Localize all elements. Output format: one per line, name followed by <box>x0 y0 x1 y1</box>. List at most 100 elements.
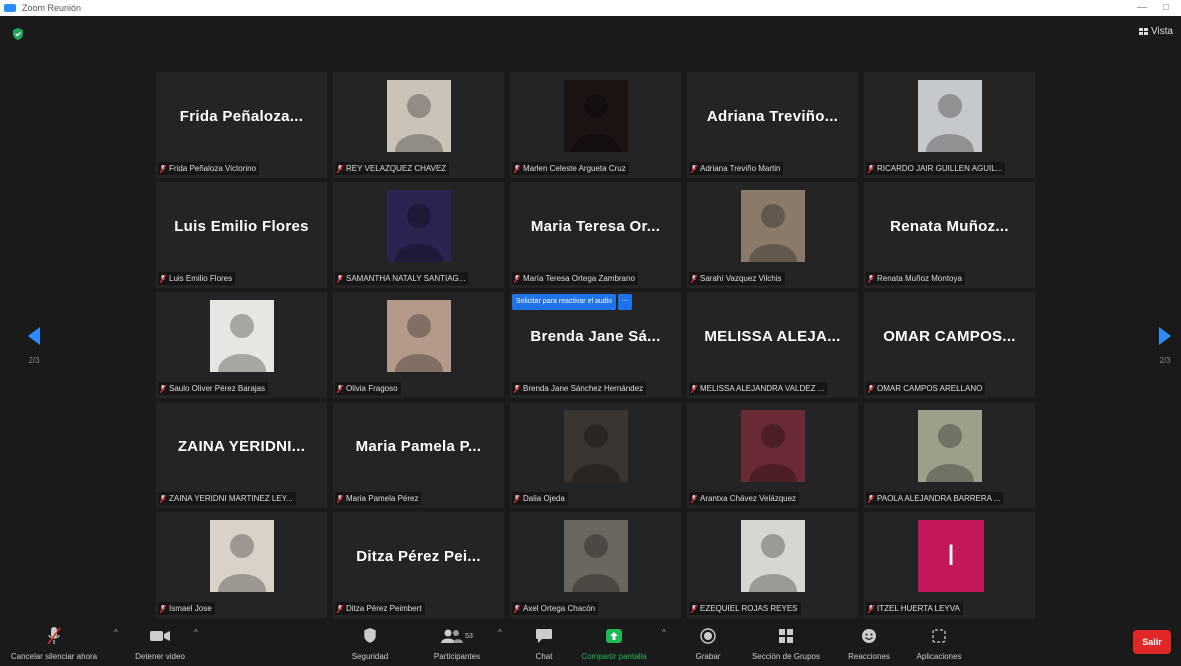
encryption-shield-icon[interactable] <box>12 28 24 40</box>
participant-video <box>741 190 805 262</box>
participant-tile[interactable]: Saulo Oliver Pérez Barajas <box>156 292 327 398</box>
participant-name: Ditza Pérez Peimbert <box>346 604 422 613</box>
apps-label: Aplicaciones <box>916 652 962 661</box>
participant-tile[interactable]: EZEQUIEL ROJAS REYES <box>687 512 858 618</box>
participant-display-name: Maria Teresa Or... <box>530 218 661 235</box>
participant-video <box>387 80 451 152</box>
security-button[interactable]: Seguridad <box>340 624 400 661</box>
person-silhouette-icon <box>572 94 620 152</box>
participant-tile[interactable]: Arantxa Chávez Velázquez <box>687 402 858 508</box>
apps-button[interactable]: Aplicaciones <box>906 624 972 661</box>
participant-tile[interactable]: Renata Muñoz... Renata Muñoz Montoya <box>864 182 1035 288</box>
participant-tile[interactable]: I ITZEL HUERTA LEYVA <box>864 512 1035 618</box>
participant-tile[interactable]: Maria Pamela P... Maria Pamela Pérez <box>333 402 504 508</box>
participant-tile[interactable]: Luis Emilio Flores Luis Emilio Flores <box>156 182 327 288</box>
person-silhouette-icon <box>926 94 974 152</box>
video-options-chevron-icon[interactable]: ^ <box>194 628 198 637</box>
grid-view-icon <box>1138 28 1148 35</box>
participant-name: Maria Pamela Pérez <box>346 494 419 503</box>
unmute-button[interactable]: Cancelar silenciar ahora <box>8 624 100 661</box>
record-button[interactable]: Grabar <box>686 624 730 661</box>
participant-tile[interactable]: Adriana Treviño... Adriana Treviño Martin <box>687 72 858 178</box>
participant-tile[interactable]: SAMANTHA NATALY SANTIAG... <box>333 182 504 288</box>
participant-name-label: Dalia Ojeda <box>512 492 568 505</box>
chat-button[interactable]: Chat <box>522 624 566 661</box>
participant-name: OMAR CAMPOS ARELLANO <box>877 384 983 393</box>
participant-name-label: Arantxa Chávez Velázquez <box>689 492 800 505</box>
person-silhouette-icon <box>749 534 797 592</box>
participant-tile[interactable]: Frida Peñaloza... Frida Peñaloza Victorin… <box>156 72 327 178</box>
participant-display-name: Renata Muñoz... <box>890 218 1009 235</box>
participant-tile[interactable]: Maria Teresa Or... María Teresa Ortega Za… <box>510 182 681 288</box>
participant-tile[interactable]: Ismael Jose <box>156 512 327 618</box>
participant-tile[interactable]: MELISSA ALEJA... MELISSA ALEJANDRA VALDEZ… <box>687 292 858 398</box>
participant-tile[interactable]: ZAINA YERIDNI... ZAINA YERIDNI MARTINEZ L… <box>156 402 327 508</box>
reactions-button[interactable]: Reacciones <box>842 624 896 661</box>
muted-mic-icon <box>691 164 697 173</box>
breakout-rooms-button[interactable]: Sección de Grupos <box>744 624 828 661</box>
participant-tile[interactable]: OMAR CAMPOS... OMAR CAMPOS ARELLANO <box>864 292 1035 398</box>
muted-mic-icon <box>868 384 874 393</box>
participants-button[interactable]: 53 Participantes <box>420 624 494 661</box>
participant-tile[interactable]: Dalia Ojeda <box>510 402 681 508</box>
participant-name-label: EZEQUIEL ROJAS REYES <box>689 602 801 615</box>
record-label: Grabar <box>695 652 721 661</box>
participant-name: Marlen Celeste Argueta Cruz <box>523 164 626 173</box>
next-page-button[interactable]: 2/3 <box>1155 327 1175 365</box>
participant-tile[interactable]: Marlen Celeste Argueta Cruz <box>510 72 681 178</box>
participant-display-name: Maria Pamela P... <box>355 438 482 455</box>
participants-options-chevron-icon[interactable]: ^ <box>498 628 502 637</box>
record-icon <box>700 628 716 644</box>
person-silhouette-icon <box>926 424 974 482</box>
audio-request-bar: Solicitar para reactivar el audio ··· <box>512 294 633 310</box>
participant-name-label: REY VELAZQUEZ CHAVEZ <box>335 162 450 175</box>
participant-name-label: Brenda Jane Sánchez Hernández <box>512 382 647 395</box>
participant-tile[interactable]: Ditza Pérez Pei... Ditza Pérez Peimbert <box>333 512 504 618</box>
muted-mic-icon <box>337 604 343 613</box>
participant-tile[interactable]: REY VELAZQUEZ CHAVEZ <box>333 72 504 178</box>
participant-tile[interactable]: PAOLA ALEJANDRA BARRERA ... <box>864 402 1035 508</box>
muted-mic-icon <box>868 274 874 283</box>
participant-name-label: Olivia Fragoso <box>335 382 401 395</box>
participant-tile[interactable]: Axel Ortega Chacón <box>510 512 681 618</box>
participant-name-label: Axel Ortega Chacón <box>512 602 599 615</box>
participant-name-label: María Teresa Ortega Zambrano <box>512 272 638 285</box>
chat-label: Chat <box>535 652 553 661</box>
participant-name-label: ZAINA YERIDNI MARTINEZ LEY... <box>158 492 296 505</box>
participant-name-label: OMAR CAMPOS ARELLANO <box>866 382 986 395</box>
participant-name-label: Saulo Oliver Pérez Barajas <box>158 382 269 395</box>
participant-display-name: Brenda Jane Sá... <box>530 328 661 345</box>
share-options-chevron-icon[interactable]: ^ <box>662 628 666 637</box>
leave-button[interactable]: Salir <box>1133 630 1171 654</box>
participant-name: REY VELAZQUEZ CHAVEZ <box>346 164 447 173</box>
stop-video-button[interactable]: Detener video <box>120 624 200 661</box>
minimize-icon[interactable]: — <box>1137 0 1147 16</box>
audio-options-chevron-icon[interactable]: ^ <box>114 628 118 637</box>
microphone-muted-icon <box>47 627 61 645</box>
participant-video <box>741 410 805 482</box>
muted-mic-icon <box>514 274 520 283</box>
muted-mic-icon <box>514 164 520 173</box>
muted-mic-icon <box>337 274 343 283</box>
request-unmute-button[interactable]: Solicitar para reactivar el audio <box>512 294 617 310</box>
participant-name-label: Frida Peñaloza Victorino <box>158 162 260 175</box>
participant-name: Arantxa Chávez Velázquez <box>700 494 797 503</box>
view-button[interactable]: Vista <box>1138 26 1173 37</box>
share-screen-button[interactable]: Compartir pantalla <box>578 624 650 661</box>
previous-page-button[interactable]: 2/3 <box>24 327 44 365</box>
participant-video <box>741 520 805 592</box>
participant-name: RICARDO JAIR GUILLEN AGUIL... <box>877 164 1003 173</box>
more-options-button[interactable]: ··· <box>618 294 633 310</box>
participant-tile[interactable]: Olivia Fragoso <box>333 292 504 398</box>
participant-name-label: Maria Pamela Pérez <box>335 492 422 505</box>
maximize-icon[interactable]: □ <box>1163 0 1169 16</box>
person-silhouette-icon <box>395 204 443 262</box>
muted-mic-icon <box>514 604 520 613</box>
participant-name: PAOLA ALEJANDRA BARRERA ... <box>877 494 1001 503</box>
participant-tile[interactable]: RICARDO JAIR GUILLEN AGUIL... <box>864 72 1035 178</box>
participant-tile[interactable]: Sarahí Vazquez Vilchis <box>687 182 858 288</box>
muted-mic-icon <box>691 384 697 393</box>
participant-tile[interactable]: Brenda Jane Sá... Solicitar para reactiva… <box>510 292 681 398</box>
participants-count: 53 <box>465 632 473 640</box>
muted-mic-icon <box>514 494 520 503</box>
